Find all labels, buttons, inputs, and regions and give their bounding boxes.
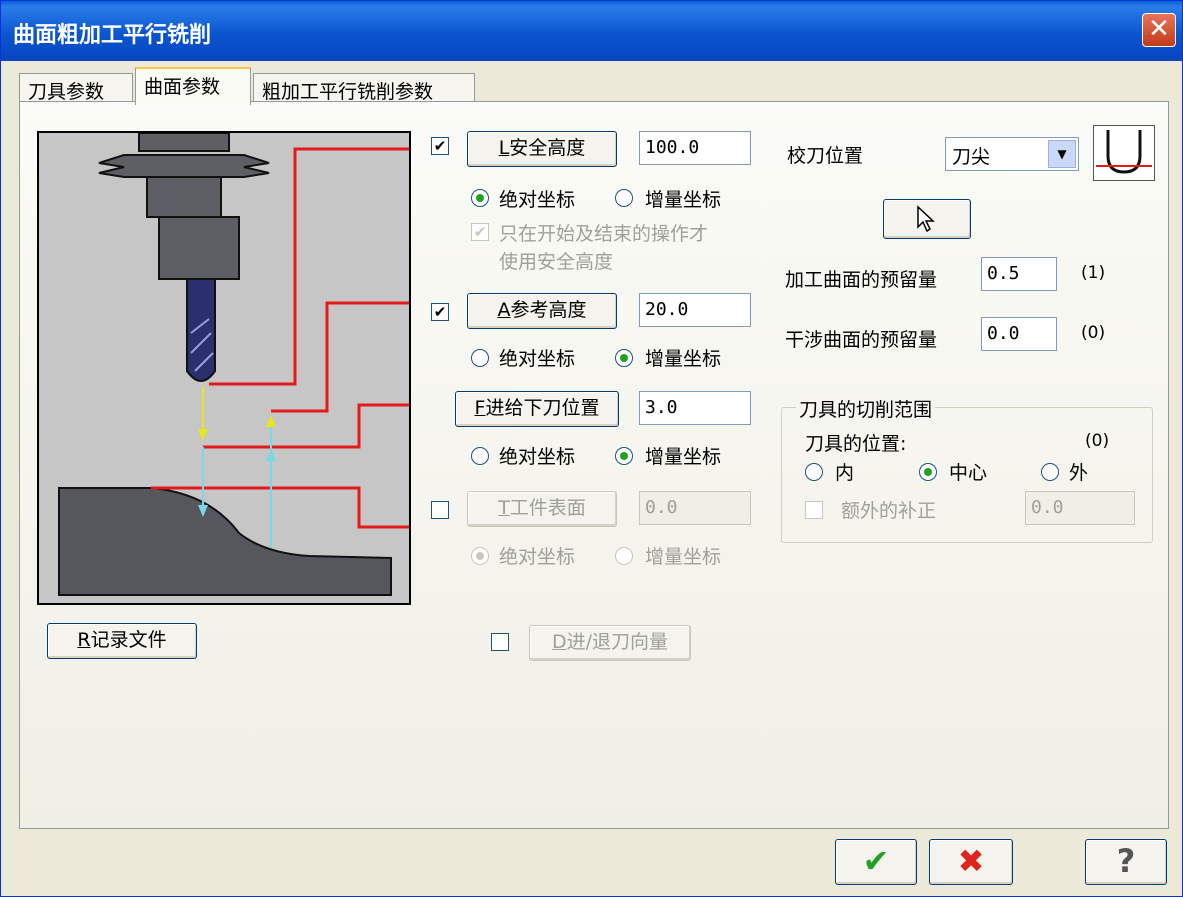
- entry-exit-mnemonic: D: [551, 631, 567, 653]
- feed-plane-button[interactable]: F进给下刀位置: [455, 391, 619, 427]
- cancel-button[interactable]: ✖: [929, 839, 1013, 885]
- drive-stock-label: 加工曲面的预留量: [785, 269, 938, 291]
- clearance-label: 安全高度: [509, 137, 586, 159]
- check-stock-input[interactable]: 0.0: [981, 317, 1057, 351]
- feed-plane-mnemonic: F: [474, 397, 486, 419]
- entry-exit-button[interactable]: D进/退刀向量: [529, 625, 691, 661]
- top-of-stock-mnemonic: T: [498, 497, 510, 519]
- holder-body: [146, 176, 222, 218]
- containment-count: (0): [1085, 431, 1110, 451]
- retract-incremental-label: 增量坐标: [645, 348, 722, 370]
- feed-plane-input[interactable]: 3.0: [639, 391, 751, 425]
- clearance-start-end-checkbox[interactable]: ✔: [471, 223, 489, 241]
- extra-comp-input[interactable]: 0.0: [1025, 491, 1135, 525]
- clearance-button[interactable]: L安全高度: [467, 131, 617, 167]
- top-of-stock-checkbox[interactable]: [431, 501, 449, 519]
- top-of-stock-label: 工件表面: [509, 497, 586, 519]
- top-of-stock-input[interactable]: 0.0: [639, 491, 751, 525]
- retract-button[interactable]: A参考高度: [467, 293, 617, 329]
- tip-comp-select[interactable]: 刀尖 ▼: [945, 137, 1079, 171]
- help-button[interactable]: ?: [1085, 839, 1167, 885]
- extra-comp-checkbox[interactable]: [805, 501, 823, 519]
- holder-top: [138, 132, 230, 152]
- clearance-start-end-label-1: 只在开始及结束的操作才: [499, 223, 709, 245]
- window-title: 曲面粗加工平行铣削: [13, 23, 212, 48]
- record-file-label: 记录文件: [90, 629, 167, 651]
- extra-comp-label: 额外的补正: [841, 500, 937, 522]
- tool-outside-radio[interactable]: [1041, 463, 1059, 481]
- holder-collet: [158, 216, 240, 280]
- dialog-window: 曲面粗加工平行铣削 ✕ 刀具参数 曲面参数 粗加工平行铣削参数 ✔ L安全高度 …: [0, 0, 1183, 897]
- top-of-stock-button[interactable]: T工件表面: [467, 491, 617, 527]
- top-of-stock-absolute-label: 绝对坐标: [499, 546, 576, 568]
- retract-incremental-radio[interactable]: [615, 349, 633, 367]
- feed-plane-absolute-radio[interactable]: [471, 447, 489, 465]
- drive-stock-input[interactable]: 0.5: [981, 257, 1057, 291]
- retract-input[interactable]: 20.0: [639, 293, 751, 327]
- retract-absolute-label: 绝对坐标: [499, 348, 576, 370]
- top-of-stock-incremental-radio[interactable]: [615, 547, 633, 565]
- tool-tip-icon: [1093, 125, 1155, 181]
- clearance-incremental-radio[interactable]: [615, 189, 633, 207]
- feed-plane-incremental-label: 增量坐标: [645, 446, 722, 468]
- tool-outside-label: 外: [1069, 462, 1089, 484]
- feed-plane-absolute-label: 绝对坐标: [499, 446, 576, 468]
- retract-mnemonic: A: [497, 299, 511, 321]
- tool-inside-radio[interactable]: [805, 463, 823, 481]
- entry-exit-label: 进/退刀向量: [566, 631, 669, 653]
- ok-button[interactable]: ✔: [835, 839, 917, 885]
- tool-position-label: 刀具的位置:: [805, 433, 907, 455]
- tool-inside-label: 内: [835, 462, 855, 484]
- feed-plane-label: 进给下刀位置: [485, 397, 600, 419]
- clearance-incremental-label: 增量坐标: [645, 189, 722, 211]
- feed-plane-incremental-radio[interactable]: [615, 447, 633, 465]
- tab-surface-parameters[interactable]: 曲面参数: [135, 67, 251, 105]
- tip-comp-value: 刀尖: [952, 146, 991, 168]
- clearance-mnemonic: L: [498, 137, 510, 159]
- retract-label: 参考高度: [510, 299, 587, 321]
- close-button[interactable]: ✕: [1142, 13, 1176, 47]
- clearance-absolute-radio[interactable]: [471, 189, 489, 207]
- tool-center-radio[interactable]: [919, 463, 937, 481]
- clearance-start-end-label-2: 使用安全高度: [499, 251, 614, 273]
- tab-rough-parallel-parameters[interactable]: 粗加工平行铣削参数: [253, 73, 475, 103]
- illustration-svg: [39, 132, 409, 603]
- record-file-button[interactable]: R记录文件: [47, 623, 197, 659]
- height-parameters-illustration: [37, 131, 411, 605]
- tool-containment-title: 刀具的切削范围: [796, 395, 936, 422]
- top-of-stock-incremental-label: 增量坐标: [645, 546, 722, 568]
- check-stock-label: 干涉曲面的预留量: [785, 329, 938, 351]
- pointer-icon: [917, 205, 935, 233]
- clearance-input[interactable]: 100.0: [639, 131, 751, 165]
- retract-checkbox[interactable]: ✔: [431, 303, 449, 321]
- top-of-stock-absolute-radio[interactable]: [471, 547, 489, 565]
- chevron-down-icon[interactable]: ▼: [1048, 140, 1076, 168]
- holder-flange: [98, 154, 270, 178]
- check-surface-count: (0): [1081, 323, 1106, 343]
- tool-center-label: 中心: [949, 462, 988, 484]
- retract-absolute-radio[interactable]: [471, 349, 489, 367]
- clearance-absolute-label: 绝对坐标: [499, 189, 576, 211]
- title-bar: 曲面粗加工平行铣削 ✕: [1, 1, 1182, 61]
- drive-surface-count: (1): [1081, 263, 1106, 283]
- clearance-checkbox[interactable]: ✔: [431, 137, 449, 155]
- tip-comp-label: 校刀位置: [787, 145, 864, 167]
- select-position-button[interactable]: [883, 199, 971, 239]
- record-file-mnemonic: R: [77, 629, 91, 651]
- tab-tool-parameters[interactable]: 刀具参数: [19, 73, 133, 103]
- entry-exit-checkbox[interactable]: [491, 633, 509, 651]
